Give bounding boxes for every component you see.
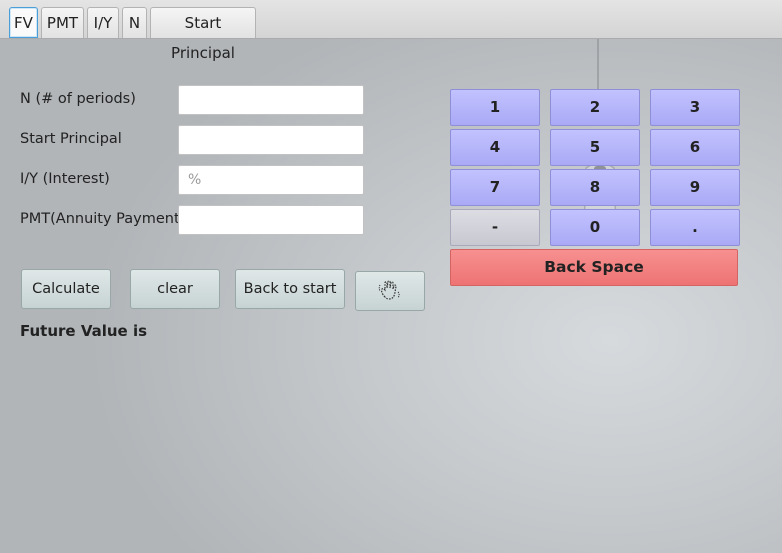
tab-bar: FV PMT I/Y N Start Principal [0, 0, 782, 62]
n-label: N (# of periods) [20, 91, 136, 107]
gesture-button[interactable] [355, 271, 425, 311]
tab-fv[interactable]: FV [9, 7, 38, 38]
tab-pmt[interactable]: PMT [41, 7, 84, 38]
tab-n[interactable]: N [122, 7, 147, 38]
backspace-button[interactable]: Back Space [450, 249, 738, 286]
n-field[interactable] [178, 85, 364, 115]
interest-field[interactable] [178, 165, 364, 195]
tab-iy[interactable]: I/Y [87, 7, 119, 38]
key-decimal[interactable]: . [650, 209, 740, 246]
key-1[interactable]: 1 [450, 89, 540, 126]
future-value-label: Future Value is [20, 322, 148, 340]
key-5[interactable]: 5 [550, 129, 640, 166]
key-7[interactable]: 7 [450, 169, 540, 206]
pmt-field[interactable] [178, 205, 364, 235]
clear-button[interactable]: clear [130, 269, 220, 309]
key-9[interactable]: 9 [650, 169, 740, 206]
key-3[interactable]: 3 [650, 89, 740, 126]
key-0[interactable]: 0 [550, 209, 640, 246]
start-principal-field[interactable] [178, 125, 364, 155]
key-2[interactable]: 2 [550, 89, 640, 126]
interest-label: I/Y (Interest) [20, 171, 110, 187]
tab-start-principal[interactable]: Start Principal [150, 7, 256, 62]
key-4[interactable]: 4 [450, 129, 540, 166]
hand-wave-icon [378, 280, 400, 300]
key-6[interactable]: 6 [650, 129, 740, 166]
key-8[interactable]: 8 [550, 169, 640, 206]
back-to-start-button[interactable]: Back to start [235, 269, 345, 309]
key-minus[interactable]: - [450, 209, 540, 246]
pmt-label: PMT(Annuity Payment) [20, 211, 186, 227]
calculate-button[interactable]: Calculate [21, 269, 111, 309]
start-principal-label: Start Principal [20, 131, 122, 147]
